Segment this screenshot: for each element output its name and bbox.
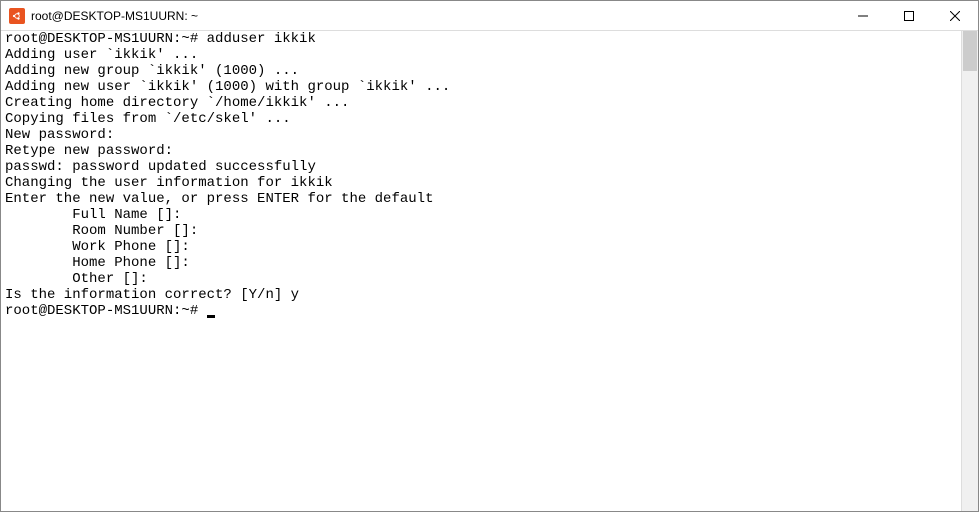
scrollbar[interactable] bbox=[961, 31, 978, 511]
close-button[interactable] bbox=[932, 1, 978, 30]
scrollbar-thumb[interactable] bbox=[963, 31, 977, 71]
terminal-output[interactable]: root@DESKTOP-MS1UURN:~# adduser ikkikAdd… bbox=[1, 31, 961, 511]
command-text: adduser ikkik bbox=[198, 31, 316, 47]
output-line: Enter the new value, or press ENTER for … bbox=[5, 191, 957, 207]
maximize-icon bbox=[904, 11, 914, 21]
ubuntu-icon bbox=[9, 8, 25, 24]
output-line: Full Name []: bbox=[5, 207, 957, 223]
output-line: Retype new password: bbox=[5, 143, 957, 159]
prompt: root@DESKTOP-MS1UURN:~# bbox=[5, 31, 198, 47]
output-line: passwd: password updated successfully bbox=[5, 159, 957, 175]
output-line: Home Phone []: bbox=[5, 255, 957, 271]
prompt: root@DESKTOP-MS1UURN:~# bbox=[5, 303, 207, 319]
output-line: Creating home directory `/home/ikkik' ..… bbox=[5, 95, 957, 111]
maximize-button[interactable] bbox=[886, 1, 932, 30]
output-line: Work Phone []: bbox=[5, 239, 957, 255]
output-line: Other []: bbox=[5, 271, 957, 287]
output-line: Adding new user `ikkik' (1000) with grou… bbox=[5, 79, 957, 95]
output-line: New password: bbox=[5, 127, 957, 143]
output-line: Room Number []: bbox=[5, 223, 957, 239]
window-controls bbox=[840, 1, 978, 30]
output-line: Adding new group `ikkik' (1000) ... bbox=[5, 63, 957, 79]
output-line: Is the information correct? [Y/n] y bbox=[5, 287, 957, 303]
output-line: Changing the user information for ikkik bbox=[5, 175, 957, 191]
window-titlebar: root@DESKTOP-MS1UURN: ~ bbox=[1, 1, 978, 31]
output-line: Copying files from `/etc/skel' ... bbox=[5, 111, 957, 127]
minimize-button[interactable] bbox=[840, 1, 886, 30]
cursor bbox=[207, 315, 215, 318]
close-icon bbox=[950, 11, 960, 21]
minimize-icon bbox=[858, 11, 868, 21]
output-line: Adding user `ikkik' ... bbox=[5, 47, 957, 63]
window-title: root@DESKTOP-MS1UURN: ~ bbox=[31, 9, 840, 23]
